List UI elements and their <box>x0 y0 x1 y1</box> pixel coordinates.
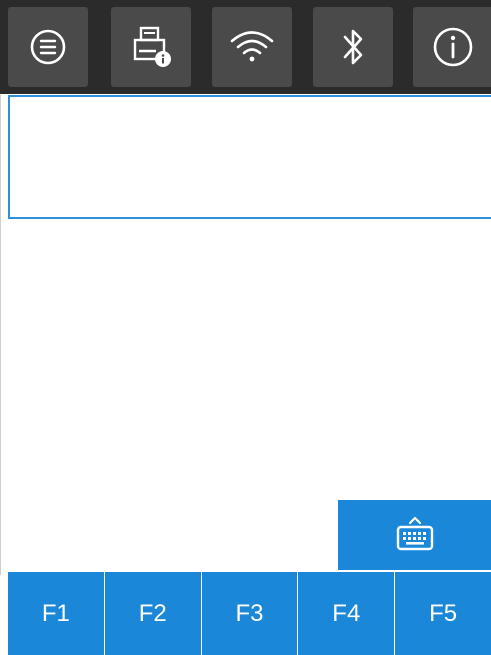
wifi-icon <box>230 31 274 62</box>
bluetooth-button[interactable] <box>313 7 393 87</box>
info-button[interactable] <box>413 7 491 87</box>
menu-icon <box>30 29 66 65</box>
bluetooth-icon <box>343 29 363 65</box>
left-edge-divider <box>0 95 1 575</box>
f3-key[interactable]: F3 <box>201 572 299 655</box>
printer-info-button[interactable] <box>111 7 191 87</box>
top-toolbar <box>0 0 491 94</box>
function-key-bar: F1 F2 F3 F4 F5 <box>8 572 491 655</box>
f5-key[interactable]: F5 <box>395 572 491 655</box>
info-icon <box>433 27 473 67</box>
keyboard-icon <box>396 516 433 551</box>
menu-button[interactable] <box>8 7 88 87</box>
f4-key[interactable]: F4 <box>298 572 396 655</box>
f2-key[interactable]: F2 <box>104 572 202 655</box>
printer-info-icon <box>133 26 171 67</box>
text-input[interactable] <box>8 95 491 219</box>
f1-key[interactable]: F1 <box>8 572 105 655</box>
keyboard-toggle-button[interactable] <box>338 500 491 570</box>
wifi-button[interactable] <box>212 7 292 87</box>
app-screen: F1 F2 F3 F4 F5 <box>0 0 491 655</box>
